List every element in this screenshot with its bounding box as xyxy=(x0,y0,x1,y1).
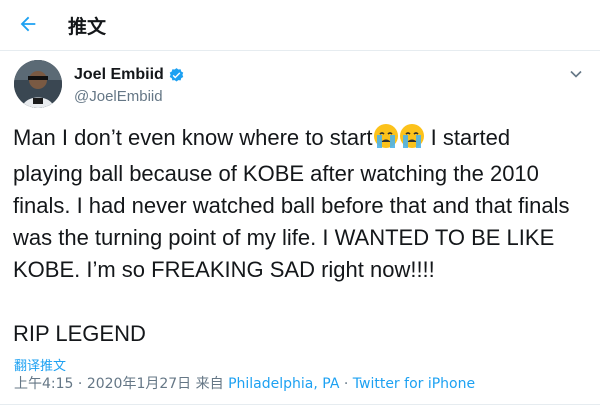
tweet-text: Man I don’t even know where to start I s… xyxy=(13,122,588,350)
tweet-line-1: Man I don’t even know where to start xyxy=(13,125,373,150)
tweet-line-1-tail: I started xyxy=(424,125,511,150)
divider xyxy=(0,404,600,405)
author-row: Joel Embiid xyxy=(74,66,185,84)
tweet-body: playing ball because of KOBE after watch… xyxy=(13,161,576,282)
top-bar: 推文 xyxy=(0,0,600,51)
tweet-time[interactable]: 上午4:15 xyxy=(14,376,73,392)
tweet-closing: RIP LEGEND xyxy=(13,321,146,346)
more-options-button[interactable] xyxy=(566,64,586,84)
chevron-down-icon xyxy=(570,70,582,78)
author-name[interactable]: Joel Embiid xyxy=(74,66,164,84)
avatar[interactable] xyxy=(14,60,62,108)
meta-separator: · xyxy=(339,376,353,392)
back-button[interactable] xyxy=(12,8,44,40)
from-label: 来自 xyxy=(191,376,229,392)
arrow-left-icon xyxy=(20,16,36,32)
author-handle[interactable]: @JoelEmbiid xyxy=(74,88,163,105)
crying-face-icon xyxy=(399,123,425,158)
location-link[interactable]: Philadelphia, PA xyxy=(228,376,339,392)
tweet-date[interactable]: 2020年1月27日 xyxy=(87,376,191,392)
tweet-meta: 上午4:15 · 2020年1月27日 来自 Philadelphia, PA … xyxy=(14,373,475,393)
page-title: 推文 xyxy=(68,16,107,38)
translate-tweet-link[interactable]: 翻译推文 xyxy=(14,355,66,374)
verified-badge-icon xyxy=(169,67,184,82)
source-link[interactable]: Twitter for iPhone xyxy=(353,376,475,392)
profile-photo-icon xyxy=(14,60,62,108)
meta-separator: · xyxy=(73,376,87,392)
crying-face-icon xyxy=(373,123,399,158)
